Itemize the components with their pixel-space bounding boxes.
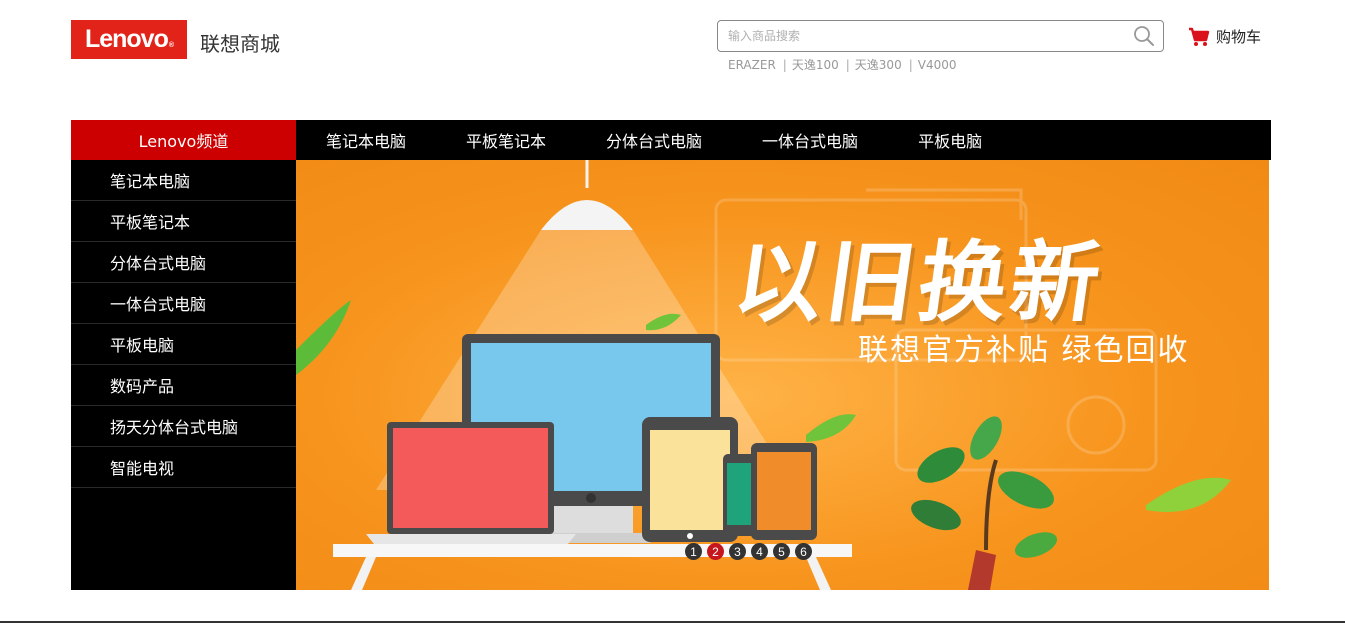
side-item-yangtian-desktop[interactable]: 扬天分体台式电脑 bbox=[71, 406, 296, 447]
side-item-all-in-one[interactable]: 一体台式电脑 bbox=[71, 283, 296, 324]
shopping-cart-icon bbox=[1189, 27, 1210, 46]
slide-dot-active[interactable]: 2 bbox=[707, 543, 724, 560]
search-input[interactable] bbox=[718, 21, 1118, 51]
side-item-smart-tv[interactable]: 智能电视 bbox=[71, 447, 296, 488]
hot-search-words: ERAZER | 天逸100 | 天逸300 | V4000 bbox=[728, 56, 957, 73]
slide-dot[interactable]: 1 bbox=[685, 543, 702, 560]
slide-dot[interactable]: 3 bbox=[729, 543, 746, 560]
lenovo-logo[interactable]: Lenovo ® bbox=[71, 20, 187, 59]
hot-word-link[interactable]: V4000 bbox=[918, 58, 957, 72]
nav-item-tablet[interactable]: 平板电脑 bbox=[918, 128, 982, 152]
cart-link[interactable]: 购物车 bbox=[1188, 26, 1261, 47]
promo-banner[interactable]: 以旧换新 联想官方补贴 绿色回收 1 2 3 4 5 6 bbox=[296, 160, 1269, 590]
cart-label: 购物车 bbox=[1216, 28, 1262, 46]
side-item-tablet[interactable]: 平板电脑 bbox=[71, 324, 296, 365]
banner-headline: 以旧换新 bbox=[727, 231, 1111, 334]
top-nav: 笔记本电脑 平板笔记本 分体台式电脑 一体台式电脑 平板电脑 bbox=[296, 120, 1012, 160]
side-item-tablet-notebook[interactable]: 平板笔记本 bbox=[71, 201, 296, 242]
search-icon[interactable] bbox=[1133, 25, 1155, 47]
slide-dot[interactable]: 4 bbox=[751, 543, 768, 560]
side-item-digital[interactable]: 数码产品 bbox=[71, 365, 296, 406]
separator: | bbox=[908, 58, 913, 72]
hot-word-link[interactable]: 天逸300 bbox=[855, 58, 902, 72]
side-item-desktop[interactable]: 分体台式电脑 bbox=[71, 242, 296, 283]
slide-dot[interactable]: 5 bbox=[773, 543, 790, 560]
nav-item-desktop[interactable]: 分体台式电脑 bbox=[606, 128, 702, 152]
logo-text: Lenovo bbox=[84, 25, 169, 53]
main-nav-bar: Lenovo频道 笔记本电脑 平板笔记本 分体台式电脑 一体台式电脑 平板电脑 bbox=[71, 120, 1271, 160]
hot-word-link[interactable]: ERAZER bbox=[728, 58, 776, 72]
slide-indicators: 1 2 3 4 5 6 bbox=[685, 543, 817, 560]
search-box bbox=[717, 20, 1164, 52]
nav-item-notebook[interactable]: 笔记本电脑 bbox=[326, 128, 406, 152]
nav-item-tablet-notebook[interactable]: 平板笔记本 bbox=[466, 128, 546, 152]
category-side-menu: 笔记本电脑 平板笔记本 分体台式电脑 一体台式电脑 平板电脑 数码产品 扬天分体… bbox=[71, 160, 296, 590]
logo-registered-mark: ® bbox=[168, 42, 174, 49]
side-item-notebook[interactable]: 笔记本电脑 bbox=[71, 160, 296, 201]
slide-dot[interactable]: 6 bbox=[795, 543, 812, 560]
hot-word-link[interactable]: 天逸100 bbox=[792, 58, 839, 72]
banner-subline: 联想官方补贴 绿色回收 bbox=[858, 333, 1190, 368]
separator: | bbox=[845, 58, 850, 72]
separator: | bbox=[782, 58, 787, 72]
nav-item-all-in-one[interactable]: 一体台式电脑 bbox=[762, 128, 858, 152]
site-name: 联想商城 bbox=[200, 32, 280, 56]
channel-tab[interactable]: Lenovo频道 bbox=[71, 120, 296, 160]
